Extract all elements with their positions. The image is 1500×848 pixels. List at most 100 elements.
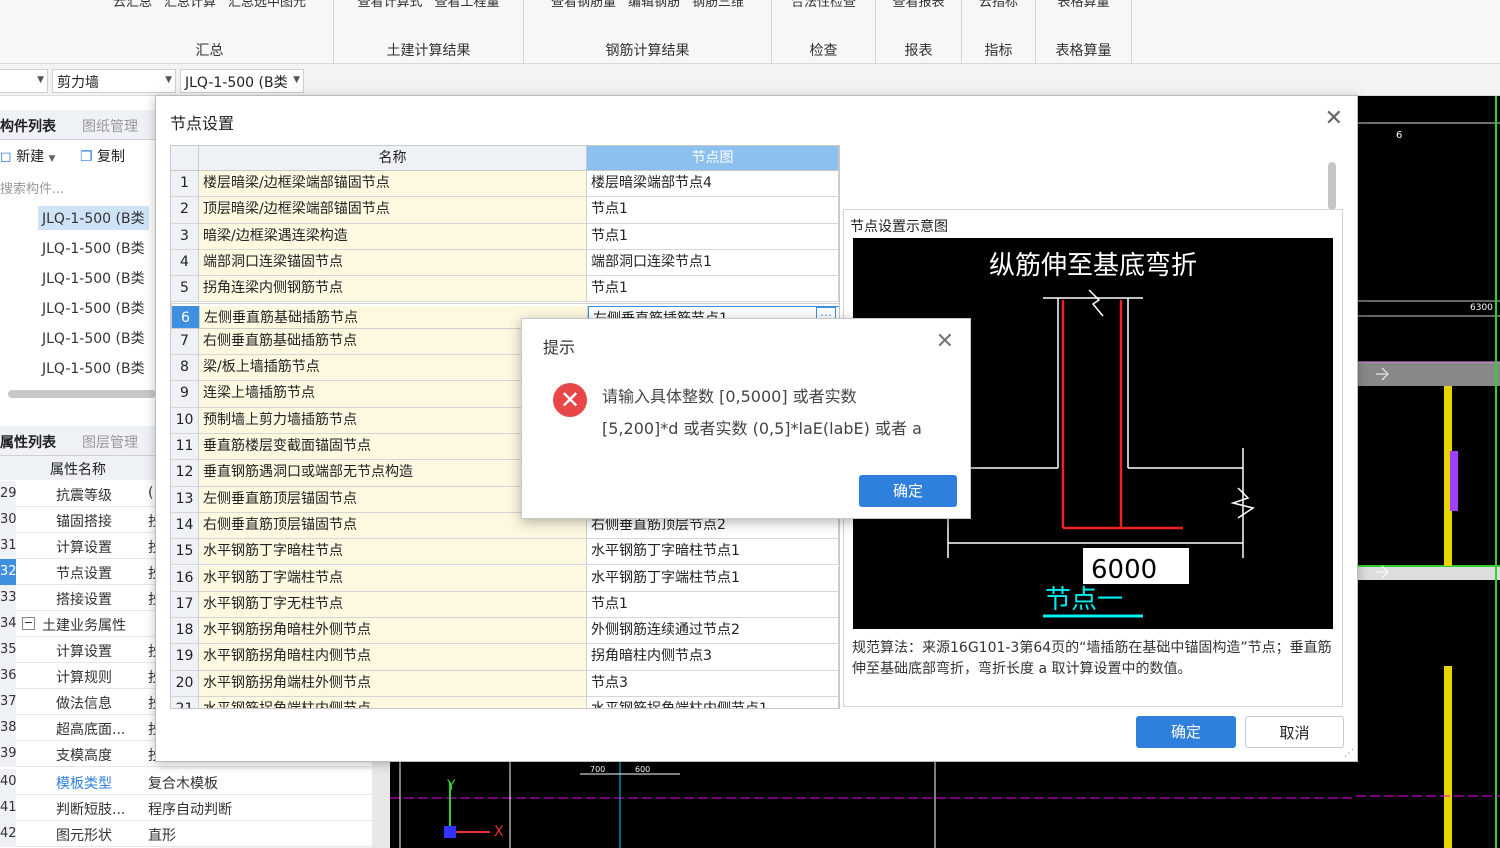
table-row[interactable]: 1 楼层暗梁/边框梁端部锚固节点 楼层暗梁端部节点4	[171, 171, 839, 198]
ribbon-toolbar: 云汇总 汇总计算 汇总选中图元 汇总 查看计算式 查看工程量 土建计算结果 查看…	[0, 0, 1500, 64]
component-select[interactable]: JLQ-1-500 (B类 ▼	[180, 69, 304, 93]
new-button[interactable]: ◻ 新建 ▼	[0, 146, 55, 166]
row-name: 水平钢筋拐角端柱内侧节点	[199, 697, 587, 708]
list-item[interactable]: JLQ-1-500 (B类	[42, 328, 145, 348]
cancel-button[interactable]: 取消	[1245, 716, 1344, 748]
table-row[interactable]: 17 水平钢筋丁字无柱节点 节点1	[171, 591, 839, 619]
table-row[interactable]: 3 暗梁/边框梁遇连梁构造 节点1	[171, 223, 839, 250]
row-number: 12	[171, 460, 199, 487]
close-icon[interactable]: ✕	[1325, 106, 1343, 131]
property-name: 图元形状	[56, 828, 112, 844]
new-label: 新建	[16, 149, 45, 165]
tab-layer-management[interactable]: 图层管理	[82, 432, 138, 452]
row-name: 楼层暗梁/边框梁端部锚固节点	[199, 171, 587, 198]
chevron-down-icon: ▼	[293, 75, 300, 85]
row-name: 暗梁/边框梁遇连梁构造	[199, 223, 587, 250]
list-item[interactable]: JLQ-1-500 (B类	[38, 206, 149, 230]
table-row[interactable]: 2 顶层暗梁/边框梁端部锚固节点 节点1	[171, 197, 839, 224]
table-row[interactable]: 40 模板类型 复合木模板	[0, 769, 390, 795]
table-quantity-button[interactable]: 表格算量	[1057, 0, 1109, 10]
cad-canvas-bottom[interactable]: 700 600 Y X	[390, 762, 1356, 848]
view-report-button[interactable]: 查看报表	[892, 0, 944, 10]
property-name: 搭接设置	[56, 592, 112, 608]
table-row[interactable]: 16 水平钢筋丁字端柱节点 水平钢筋丁字端柱节点1	[171, 565, 839, 592]
copy-button[interactable]: ❐ 复制	[80, 146, 125, 166]
rebar-3d-button[interactable]: 钢筋三维	[692, 0, 744, 10]
table-row[interactable]: 4 端部洞口连梁锚固节点 端部洞口连梁节点1	[171, 249, 839, 277]
row-number: 7	[171, 328, 199, 356]
tab-drawing-management[interactable]: 图纸管理	[82, 116, 138, 136]
search-input[interactable]: 搜索构件...	[0, 178, 64, 197]
row-number: 39	[0, 741, 16, 767]
list-item[interactable]: JLQ-1-500 (B类	[42, 298, 145, 318]
summary-calc-button[interactable]: 汇总计算	[164, 0, 216, 10]
table-row[interactable]: 21 水平钢筋拐角端柱内侧节点 水平钢筋拐角端柱内侧节点1	[171, 697, 839, 708]
vertical-scrollbar[interactable]	[1328, 162, 1336, 210]
resize-grip-icon[interactable]: ⋰	[1344, 748, 1354, 759]
list-item[interactable]: JLQ-1-500 (B类	[42, 358, 145, 378]
property-name: 计算规则	[56, 670, 112, 686]
cad-drawing: 700 600 Y X	[390, 762, 1356, 848]
row-node[interactable]: 节点1	[587, 197, 839, 224]
close-icon[interactable]: ✕	[936, 329, 954, 354]
cloud-index-button[interactable]: 云指标	[979, 0, 1018, 10]
property-name: 锚固搭接	[56, 514, 112, 530]
row-node[interactable]: 水平钢筋拐角端柱内侧节点1	[587, 697, 839, 708]
row-node[interactable]: 节点3	[587, 670, 839, 697]
ribbon-group-summary: 云汇总 汇总计算 汇总选中图元 汇总	[86, 0, 334, 64]
row-number: 4	[171, 249, 199, 277]
row-node[interactable]: 节点1	[587, 223, 839, 250]
floor-select[interactable]: ▼	[0, 69, 48, 93]
ribbon-group-label: 钢筋计算结果	[605, 43, 690, 59]
list-item[interactable]: JLQ-1-500 (B类	[42, 268, 145, 288]
cloud-summary-button[interactable]: 云汇总	[113, 0, 152, 10]
horizontal-scrollbar[interactable]	[8, 390, 156, 398]
row-node[interactable]: 水平钢筋丁字端柱节点1	[587, 565, 839, 592]
cad-canvas[interactable]: 6 6300	[1356, 96, 1500, 848]
chevron-down-icon: ▼	[165, 75, 172, 85]
property-name: 支模高度	[56, 748, 112, 764]
dialog-title: 节点设置	[170, 114, 235, 133]
row-node[interactable]: 水平钢筋丁字暗柱节点1	[587, 539, 839, 566]
validity-check-button[interactable]: 合法性检查	[791, 0, 856, 10]
row-node[interactable]: 拐角暗柱内侧节点3	[587, 644, 839, 671]
ok-button[interactable]: 确定	[1136, 716, 1236, 748]
property-name: 计算设置	[56, 540, 112, 556]
row-name: 水平钢筋丁字无柱节点	[199, 591, 587, 619]
collapse-icon[interactable]: −	[22, 617, 35, 630]
table-row[interactable]: 19 水平钢筋拐角暗柱内侧节点 拐角暗柱内侧节点3	[171, 644, 839, 671]
row-node[interactable]: 节点1	[587, 591, 839, 619]
copy-icon: ❐	[80, 149, 93, 165]
property-name: 节点设置	[56, 566, 112, 582]
tab-property-list[interactable]: 属性列表	[0, 432, 56, 452]
row-number: 3	[171, 223, 199, 250]
table-row[interactable]: 15 水平钢筋丁字暗柱节点 水平钢筋丁字暗柱节点1	[171, 539, 839, 566]
summary-selected-button[interactable]: 汇总选中图元	[228, 0, 306, 10]
table-row[interactable]: 42 图元形状 直形	[0, 821, 390, 847]
alert-message-line: 请输入具体整数 [0,5000] 或者实数	[602, 387, 857, 406]
row-number: 31	[0, 533, 16, 559]
row-node[interactable]: 楼层暗梁端部节点4	[587, 171, 839, 198]
row-number: 8	[171, 355, 199, 382]
property-value: 程序自动判断	[148, 802, 232, 818]
list-item[interactable]: JLQ-1-500 (B类	[42, 238, 145, 258]
tab-component-list[interactable]: 构件列表	[0, 116, 56, 136]
view-formula-button[interactable]: 查看计算式	[357, 0, 422, 10]
type-select[interactable]: 剪力墙 ▼	[52, 69, 176, 93]
cad-label: 600	[635, 765, 650, 774]
view-quantity-button[interactable]: 查看工程量	[435, 0, 500, 10]
table-row[interactable]: 18 水平钢筋拐角暗柱外侧节点 外侧钢筋连续通过节点2	[171, 618, 839, 645]
table-row[interactable]: 5 拐角连梁内侧钢筋节点 节点1	[171, 276, 839, 303]
edit-rebar-button[interactable]: 编辑钢筋	[628, 0, 680, 10]
row-number: 6	[172, 305, 200, 328]
view-rebar-button[interactable]: 查看钢筋量	[551, 0, 616, 10]
table-row[interactable]: 41 判断短肢... 程序自动判断	[0, 795, 390, 821]
row-node[interactable]: 外侧钢筋连续通过节点2	[587, 618, 839, 645]
table-row[interactable]: 20 水平钢筋拐角端柱外侧节点 节点3	[171, 670, 839, 697]
property-value: 直形	[148, 828, 176, 844]
row-node[interactable]: 端部洞口连梁节点1	[587, 249, 839, 277]
error-icon: ✕	[553, 383, 587, 417]
vertical-scrollbar[interactable]	[372, 762, 390, 848]
alert-ok-button[interactable]: 确定	[859, 475, 957, 507]
row-node[interactable]: 节点1	[587, 276, 839, 303]
